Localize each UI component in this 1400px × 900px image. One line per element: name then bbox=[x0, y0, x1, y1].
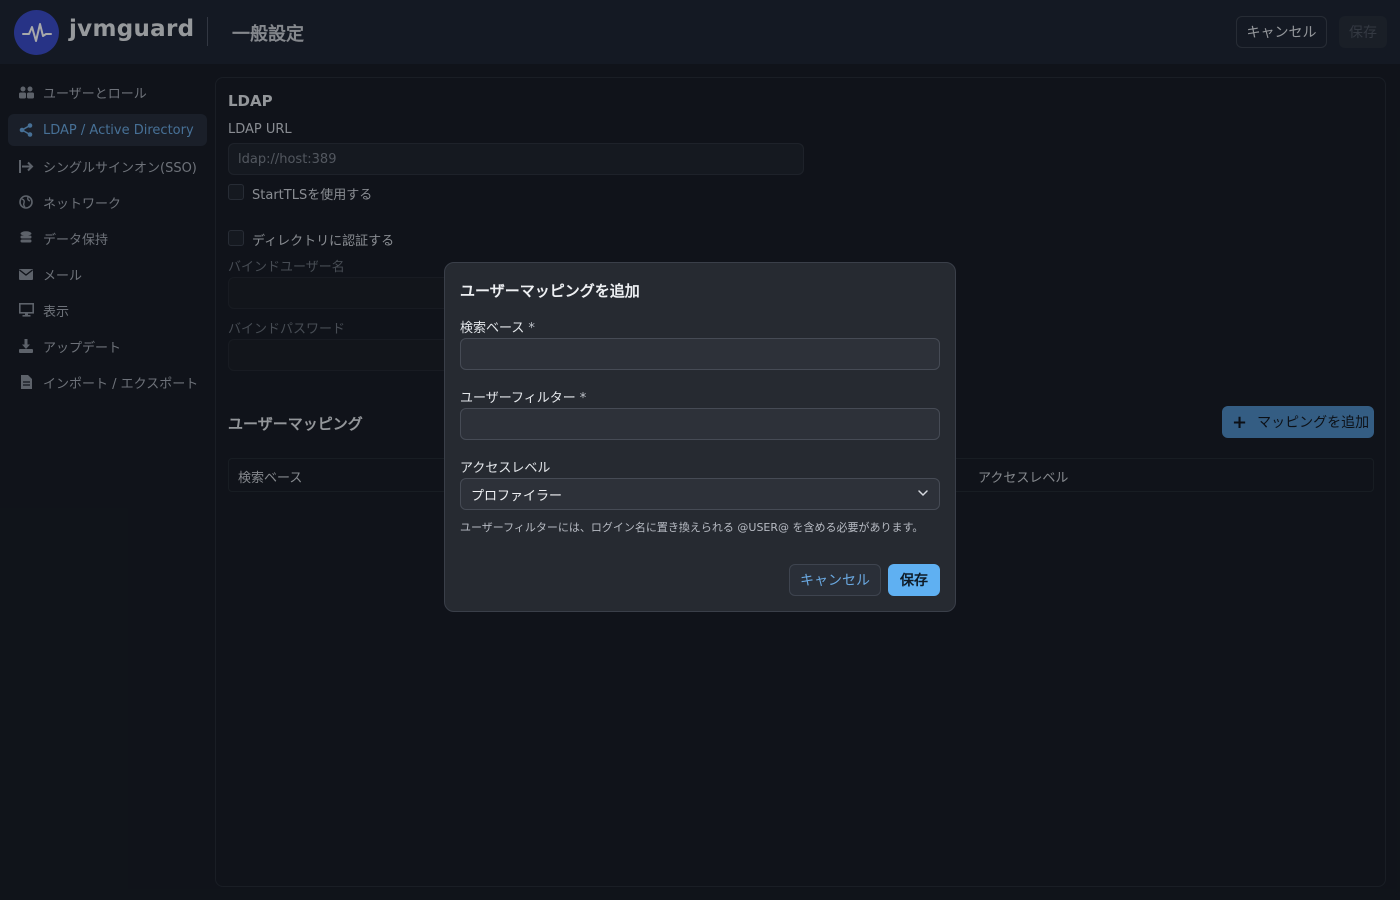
search-base-label-text: 検索ベース bbox=[460, 321, 525, 336]
search-base-label: 検索ベース * bbox=[460, 317, 535, 336]
access-level-label: アクセスレベル bbox=[460, 461, 551, 476]
user-filter-input[interactable] bbox=[460, 408, 940, 440]
required-mark: * bbox=[579, 391, 587, 406]
access-level-value: プロファイラー bbox=[471, 488, 563, 504]
user-filter-hint: ユーザーフィルターには、ログイン名に置き換えられる @USER@ を含める必要が… bbox=[460, 521, 924, 534]
access-level-select[interactable]: プロファイラー bbox=[460, 478, 940, 510]
chevron-down-icon bbox=[917, 487, 929, 503]
search-base-input[interactable] bbox=[460, 338, 940, 370]
dialog-title: ユーザーマッピングを追加 bbox=[460, 282, 640, 300]
required-mark: * bbox=[528, 321, 535, 336]
add-mapping-dialog: ユーザーマッピングを追加 検索ベース * ユーザーフィルター * アクセスレベル プ… bbox=[444, 262, 956, 612]
dialog-cancel-button[interactable]: キャンセル bbox=[789, 564, 881, 596]
user-filter-label: ユーザーフィルター * bbox=[460, 387, 586, 406]
user-filter-label-text: ユーザーフィルター bbox=[460, 391, 576, 406]
dialog-save-button[interactable]: 保存 bbox=[888, 564, 940, 596]
